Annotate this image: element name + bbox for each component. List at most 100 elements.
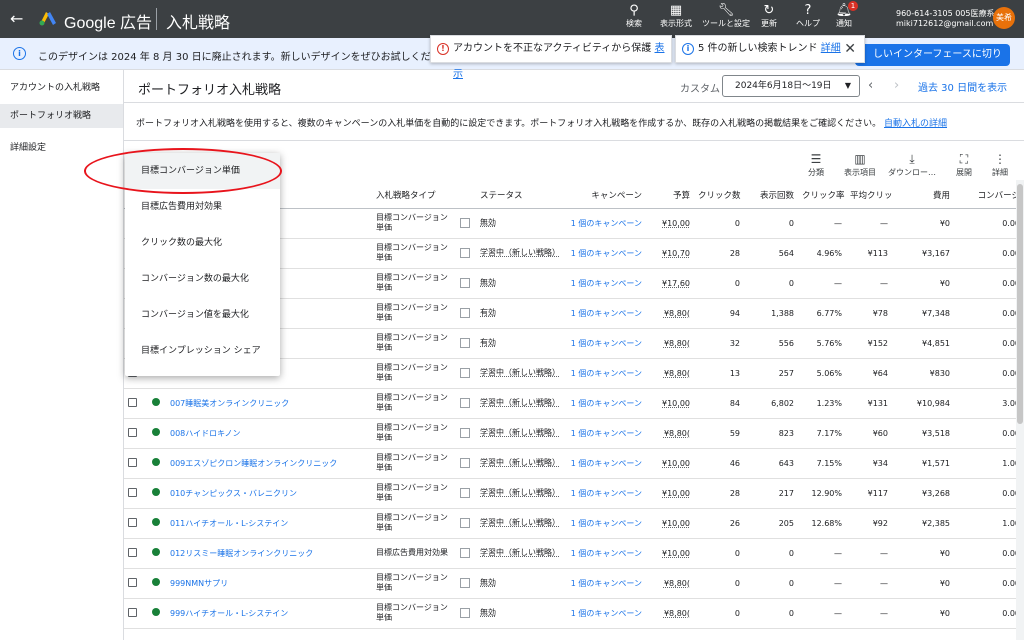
budget-cell[interactable]: ¥10,00 xyxy=(646,448,694,479)
table-row[interactable]: 007睡眠美オンラインクリニック 目標コンバージョン単価 学習中（新しい戦略） 1 個… xyxy=(124,388,1024,419)
appearance-tool-button[interactable]: ▦ 表示形式 xyxy=(650,3,702,28)
col-header-status[interactable]: ステータス xyxy=(476,182,560,209)
close-icon[interactable]: ✕ xyxy=(844,36,856,62)
budget-cell[interactable]: ¥10,70 xyxy=(646,238,694,269)
table-row[interactable]: 999NMNサプリ 目標コンバージョン単価 無効 1 個のキャンペーン ¥8,80(0 0… xyxy=(124,568,1024,599)
col-header-cost[interactable]: 費用 xyxy=(892,182,954,209)
auto-bidding-link[interactable]: 自動入札の詳細 xyxy=(884,119,947,129)
campaign-count-link[interactable]: 1 個のキャンペーン xyxy=(560,298,646,329)
segment-button[interactable]: ☰ 分類 xyxy=(798,152,834,178)
next-period-icon[interactable]: › xyxy=(894,78,899,93)
status-text[interactable]: 学習中（新しい戦略） xyxy=(480,248,560,257)
status-text[interactable]: 無効 xyxy=(480,218,496,227)
scrollbar[interactable] xyxy=(1016,180,1024,640)
campaign-count-link[interactable]: 1 個のキャンペーン xyxy=(560,598,646,629)
strategy-chart-icon[interactable] xyxy=(460,247,470,258)
dropdown-item-max-conversion-value[interactable]: コンバージョン値を最大化 xyxy=(125,297,280,333)
status-text[interactable]: 学習中（新しい戦略） xyxy=(480,428,560,437)
budget-cell[interactable]: ¥8,80( xyxy=(646,358,694,389)
status-text[interactable]: 無効 xyxy=(480,278,496,287)
table-row[interactable]: 999ハイチオール・L-システイン 目標コンバージョン単価 無効 1 個のキャンペーン… xyxy=(124,598,1024,629)
strategy-chart-icon[interactable] xyxy=(460,577,470,588)
col-header-clicks[interactable]: クリック数 xyxy=(694,182,744,209)
scrollbar-thumb[interactable] xyxy=(1017,184,1023,424)
status-text[interactable]: 有効 xyxy=(480,338,496,347)
campaign-count-link[interactable]: 1 個のキャンペーン xyxy=(560,208,646,239)
strategy-chart-icon[interactable] xyxy=(460,517,470,528)
table-row[interactable]: 010チャンピックス・バレニクリン 目標コンバージョン単価 学習中（新しい戦略） 1 … xyxy=(124,478,1024,509)
col-header-budget[interactable]: 予算 xyxy=(646,182,694,209)
budget-cell[interactable]: ¥8,80( xyxy=(646,328,694,359)
strategy-chart-icon[interactable] xyxy=(460,217,470,228)
sidebar-item-account-strategies[interactable]: アカウントの入札戦略 xyxy=(0,76,123,100)
budget-cell[interactable]: ¥8,80( xyxy=(646,568,694,599)
status-text[interactable]: 学習中（新しい戦略） xyxy=(480,458,560,467)
strategy-chart-icon[interactable] xyxy=(460,607,470,618)
col-header-strategy-type[interactable]: 入札戦略タイプ xyxy=(372,182,476,209)
table-row[interactable]: 009エスゾピクロン睡眠オンラインクリニック 目標コンバージョン単価 学習中（新しい… xyxy=(124,448,1024,479)
row-checkbox[interactable] xyxy=(128,517,137,527)
status-text[interactable]: 学習中（新しい戦略） xyxy=(480,488,560,497)
strategy-name-link[interactable]: 008ハイドロキノン xyxy=(166,418,372,449)
prev-period-icon[interactable]: ‹ xyxy=(868,78,873,93)
col-header-avg-cpc[interactable]: 平均クリッ xyxy=(846,182,892,209)
strategy-name-link[interactable]: 011ハイチオール・L-システイン xyxy=(166,508,372,539)
avatar[interactable]: 美希 xyxy=(993,7,1015,29)
strategy-chart-icon[interactable] xyxy=(460,367,470,378)
row-checkbox[interactable] xyxy=(128,487,137,497)
dropdown-item-target-impression-share[interactable]: 目標インプレッション シェア xyxy=(125,333,280,369)
row-checkbox[interactable] xyxy=(128,607,137,617)
row-checkbox[interactable] xyxy=(128,397,137,407)
campaign-count-link[interactable]: 1 個のキャンペーン xyxy=(560,238,646,269)
campaign-count-link[interactable]: 1 個のキャンペーン xyxy=(560,538,646,569)
budget-cell[interactable]: ¥17,60 xyxy=(646,268,694,299)
campaign-count-link[interactable]: 1 個のキャンペーン xyxy=(560,568,646,599)
account-info[interactable]: 960-614-3105 005医療系 miki712612@gmail.com xyxy=(896,9,994,29)
campaign-count-link[interactable]: 1 個のキャンペーン xyxy=(560,508,646,539)
campaign-count-link[interactable]: 1 個のキャンペーン xyxy=(560,418,646,449)
status-text[interactable]: 学習中（新しい戦略） xyxy=(480,548,560,557)
strategy-chart-icon[interactable] xyxy=(460,337,470,348)
col-header-impressions[interactable]: 表示回数 xyxy=(744,182,798,209)
budget-cell[interactable]: ¥10,00 xyxy=(646,538,694,569)
row-checkbox[interactable] xyxy=(128,457,137,467)
budget-cell[interactable]: ¥10,00 xyxy=(646,388,694,419)
status-text[interactable]: 学習中（新しい戦略） xyxy=(480,518,560,527)
status-text[interactable]: 学習中（新しい戦略） xyxy=(480,368,560,377)
status-text[interactable]: 無効 xyxy=(480,578,496,587)
table-row[interactable]: 008ハイドロキノン 目標コンバージョン単価 学習中（新しい戦略） 1 個のキャンペー… xyxy=(124,418,1024,449)
date-range-picker[interactable]: 2024年6月18日～19日 ▼ xyxy=(722,75,860,97)
status-text[interactable]: 有効 xyxy=(480,308,496,317)
expand-button[interactable]: ⛶ 展開 xyxy=(946,152,982,178)
row-checkbox[interactable] xyxy=(128,547,137,557)
switch-new-ui-button[interactable]: しいインターフェースに切り替える xyxy=(855,44,1010,82)
compare-30days-link[interactable]: 過去 30 日間を表示 xyxy=(918,79,1007,94)
strategy-name-link[interactable]: 999ハイチオール・L-システイン xyxy=(166,598,372,629)
campaign-count-link[interactable]: 1 個のキャンペーン xyxy=(560,358,646,389)
strategy-chart-icon[interactable] xyxy=(460,397,470,408)
status-text[interactable]: 学習中（新しい戦略） xyxy=(480,398,560,407)
col-header-ctr[interactable]: クリック率 xyxy=(798,182,846,209)
dropdown-item-max-clicks[interactable]: クリック数の最大化 xyxy=(125,225,280,261)
more-button[interactable]: ⋮ 詳細 xyxy=(982,152,1018,178)
campaign-count-link[interactable]: 1 個のキャンペーン xyxy=(560,328,646,359)
budget-cell[interactable]: ¥10,00 xyxy=(646,208,694,239)
strategy-chart-icon[interactable] xyxy=(460,547,470,558)
campaign-count-link[interactable]: 1 個のキャンペーン xyxy=(560,478,646,509)
budget-cell[interactable]: ¥8,80( xyxy=(646,298,694,329)
strategy-name-link[interactable]: 009エスゾピクロン睡眠オンラインクリニック xyxy=(166,448,372,479)
strategy-chart-icon[interactable] xyxy=(460,307,470,318)
budget-cell[interactable]: ¥8,80( xyxy=(646,418,694,449)
campaign-count-link[interactable]: 1 個のキャンペーン xyxy=(560,448,646,479)
budget-cell[interactable]: ¥8,80( xyxy=(646,598,694,629)
strategy-chart-icon[interactable] xyxy=(460,457,470,468)
strategy-name-link[interactable]: 999NMNサプリ xyxy=(166,568,372,599)
strategy-chart-icon[interactable] xyxy=(460,427,470,438)
dropdown-item-max-conversions[interactable]: コンバージョン数の最大化 xyxy=(125,261,280,297)
notifications-tool-button[interactable]: 🔔︎ 1 通知 xyxy=(818,1,870,28)
download-button[interactable]: ⤓ ダウンロー… xyxy=(886,152,938,178)
strategy-name-link[interactable]: 007睡眠美オンラインクリニック xyxy=(166,388,372,419)
table-row[interactable]: 011ハイチオール・L-システイン 目標コンバージョン単価 学習中（新しい戦略） 1 … xyxy=(124,508,1024,539)
columns-button[interactable]: ▥ 表示項目 xyxy=(840,152,880,178)
budget-cell[interactable]: ¥10,00 xyxy=(646,508,694,539)
